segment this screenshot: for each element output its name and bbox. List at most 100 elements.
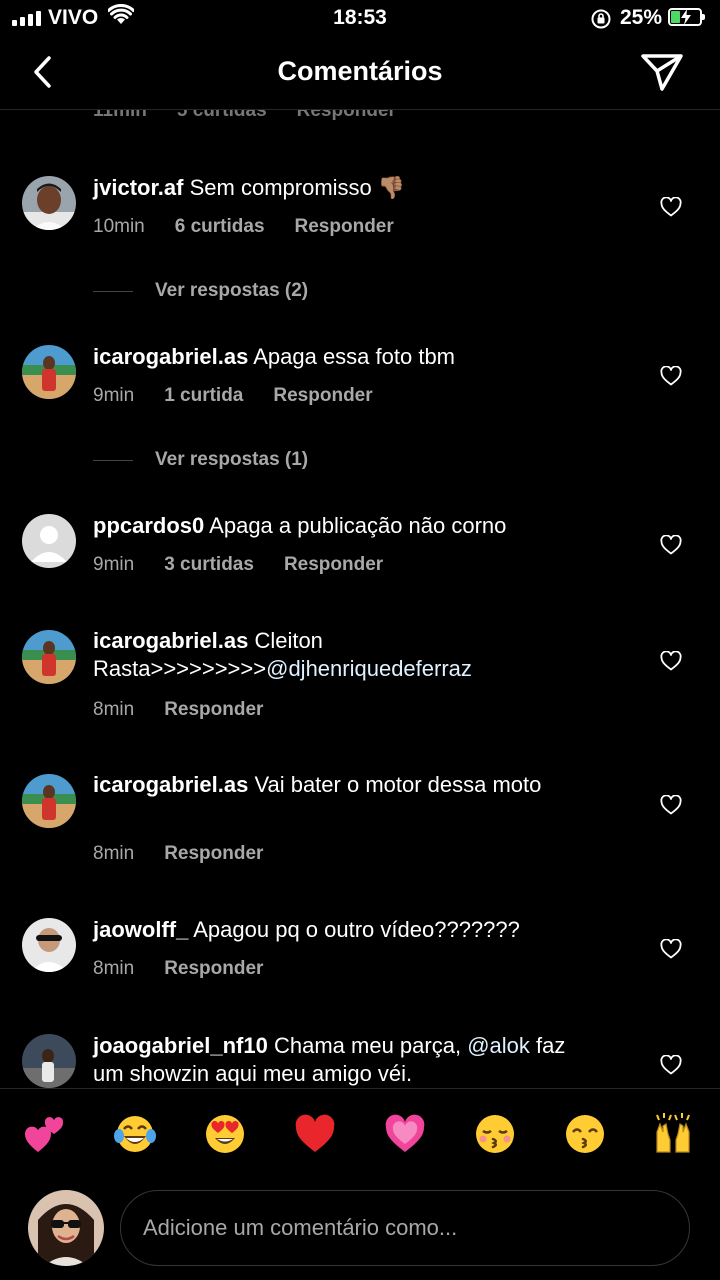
tears-of-joy-icon (114, 1116, 156, 1152)
battery-icon (668, 8, 705, 26)
emoji-kissing-closed-eyes[interactable] (472, 1111, 518, 1157)
avatar[interactable] (22, 176, 76, 230)
reply-button[interactable]: Responder (273, 385, 372, 407)
reply-button[interactable]: Responder (295, 216, 394, 238)
heart-outline-icon (660, 197, 682, 217)
reply-button[interactable]: Responder (284, 554, 383, 576)
comment-time: 8min (93, 699, 135, 720)
comment-text: Sem compromisso 👎🏽 (189, 175, 406, 200)
comment-username[interactable]: ppcardos0 (93, 513, 204, 538)
comments-list[interactable]: 11min 5 curtidas Responder jvictor.af Se… (0, 80, 720, 1088)
status-bar: VIVO 18:53 25% (0, 0, 720, 36)
current-user-avatar[interactable] (28, 1190, 104, 1266)
comment-username[interactable]: jvictor.af (93, 175, 183, 200)
emoji-growing-heart[interactable] (382, 1111, 428, 1157)
like-button[interactable] (656, 530, 686, 560)
comment-meta: 8min Responder (93, 843, 263, 865)
comment-input[interactable] (120, 1190, 690, 1266)
paper-plane-icon (641, 54, 683, 91)
heart-eyes-icon (206, 1115, 244, 1153)
divider (93, 290, 133, 292)
comment-meta: 8min Responder (93, 958, 263, 980)
reply-button[interactable]: Responder (164, 958, 263, 980)
emoji-tears-of-joy[interactable] (112, 1111, 158, 1157)
view-replies-label: Ver respostas (2) (155, 280, 309, 301)
heart-outline-icon (660, 651, 682, 671)
avatar[interactable] (22, 918, 76, 972)
comment-body: ppcardos0 Apaga a publicação não corno (93, 512, 593, 540)
heart-outline-icon (660, 795, 682, 815)
comment-text: Vai bater o motor dessa moto (254, 772, 542, 797)
comment-body: icarogabriel.as Vai bater o motor dessa … (93, 771, 593, 799)
heart-outline-icon (660, 535, 682, 555)
comment-username[interactable]: jaowolff_ (93, 917, 188, 942)
share-button[interactable] (638, 50, 686, 94)
avatar[interactable] (22, 630, 76, 684)
heart-outline-icon (660, 939, 682, 959)
like-button[interactable] (656, 790, 686, 820)
emoji-quick-bar (0, 1088, 720, 1178)
comment-body: jvictor.af Sem compromisso 👎🏽 (93, 174, 593, 202)
comment-meta: 9min 1 curtida Responder (93, 385, 373, 407)
comment-username[interactable]: icarogabriel.as (93, 772, 248, 797)
avatar[interactable] (22, 1034, 76, 1088)
comment-time: 10min (93, 216, 145, 237)
divider (93, 459, 133, 461)
page-title: Comentários (277, 56, 443, 86)
rotation-lock-icon (590, 8, 612, 35)
comment-username[interactable]: icarogabriel.as (93, 344, 248, 369)
comment-body: icarogabriel.as Cleiton Rasta>>>>>>>>>@d… (93, 627, 593, 683)
like-button[interactable] (656, 646, 686, 676)
emoji-heart-eyes[interactable] (202, 1111, 248, 1157)
like-button[interactable] (656, 1050, 686, 1080)
emoji-red-heart[interactable] (292, 1111, 338, 1157)
header: Comentários (0, 36, 720, 110)
comment-body: icarogabriel.as Apaga essa foto tbm (93, 343, 593, 371)
growing-heart-icon (385, 1114, 425, 1152)
comment-text: Apagou pq o outro vídeo??????? (193, 917, 520, 942)
comment-time: 9min (93, 554, 135, 575)
comment-likes[interactable]: 6 curtidas (175, 216, 265, 238)
raising-hands-icon (656, 1113, 690, 1153)
clock: 18:53 (333, 6, 387, 29)
emoji-raising-hands[interactable] (650, 1111, 696, 1157)
comment-meta: 8min Responder (93, 699, 263, 721)
reply-button[interactable]: Responder (164, 843, 263, 865)
comment-likes[interactable]: 3 curtidas (164, 554, 254, 576)
avatar[interactable] (22, 514, 76, 568)
comment-body: jaowolff_ Apagou pq o outro vídeo??????? (93, 916, 593, 944)
avatar[interactable] (22, 345, 76, 399)
view-replies-button[interactable]: Ver respostas (1) (93, 449, 308, 471)
reply-button[interactable]: Responder (164, 699, 263, 721)
view-replies-button[interactable]: Ver respostas (2) (93, 280, 308, 302)
comment-body: joaogabriel_nf10 Chama meu parça, @alok … (93, 1032, 593, 1088)
kissing-closed-eyes-icon (476, 1115, 514, 1153)
comment-time: 8min (93, 958, 135, 979)
red-heart-icon (295, 1114, 335, 1152)
view-replies-label: Ver respostas (1) (155, 449, 309, 470)
comment-username[interactable]: joaogabriel_nf10 (93, 1033, 268, 1058)
emoji-two-hearts[interactable] (22, 1111, 68, 1157)
comment-composer (0, 1178, 720, 1280)
comment-meta: 10min 6 curtidas Responder (93, 216, 394, 238)
comment-text: Chama meu parça, (273, 1033, 462, 1058)
comment-meta: 9min 3 curtidas Responder (93, 554, 383, 576)
heart-outline-icon (660, 366, 682, 386)
battery-percentage: 25% (620, 6, 663, 29)
mention-link[interactable]: @alok (467, 1033, 530, 1058)
avatar[interactable] (22, 774, 76, 828)
comment-likes[interactable]: 1 curtida (164, 385, 243, 407)
kissing-smiling-eyes-icon (566, 1115, 604, 1153)
comment-text: Apaga a publicação não corno (209, 513, 507, 538)
two-hearts-icon (24, 1117, 64, 1152)
mention-link[interactable]: @djhenriquedeferraz (266, 656, 472, 681)
emoji-kissing-smiling-eyes[interactable] (562, 1111, 608, 1157)
comment-time: 9min (93, 385, 135, 406)
comment-time: 8min (93, 843, 135, 864)
like-button[interactable] (656, 934, 686, 964)
like-button[interactable] (656, 361, 686, 391)
like-button[interactable] (656, 192, 686, 222)
comment-text: Apaga essa foto tbm (253, 344, 456, 369)
comment-username[interactable]: icarogabriel.as (93, 628, 248, 653)
heart-outline-icon (660, 1055, 682, 1075)
